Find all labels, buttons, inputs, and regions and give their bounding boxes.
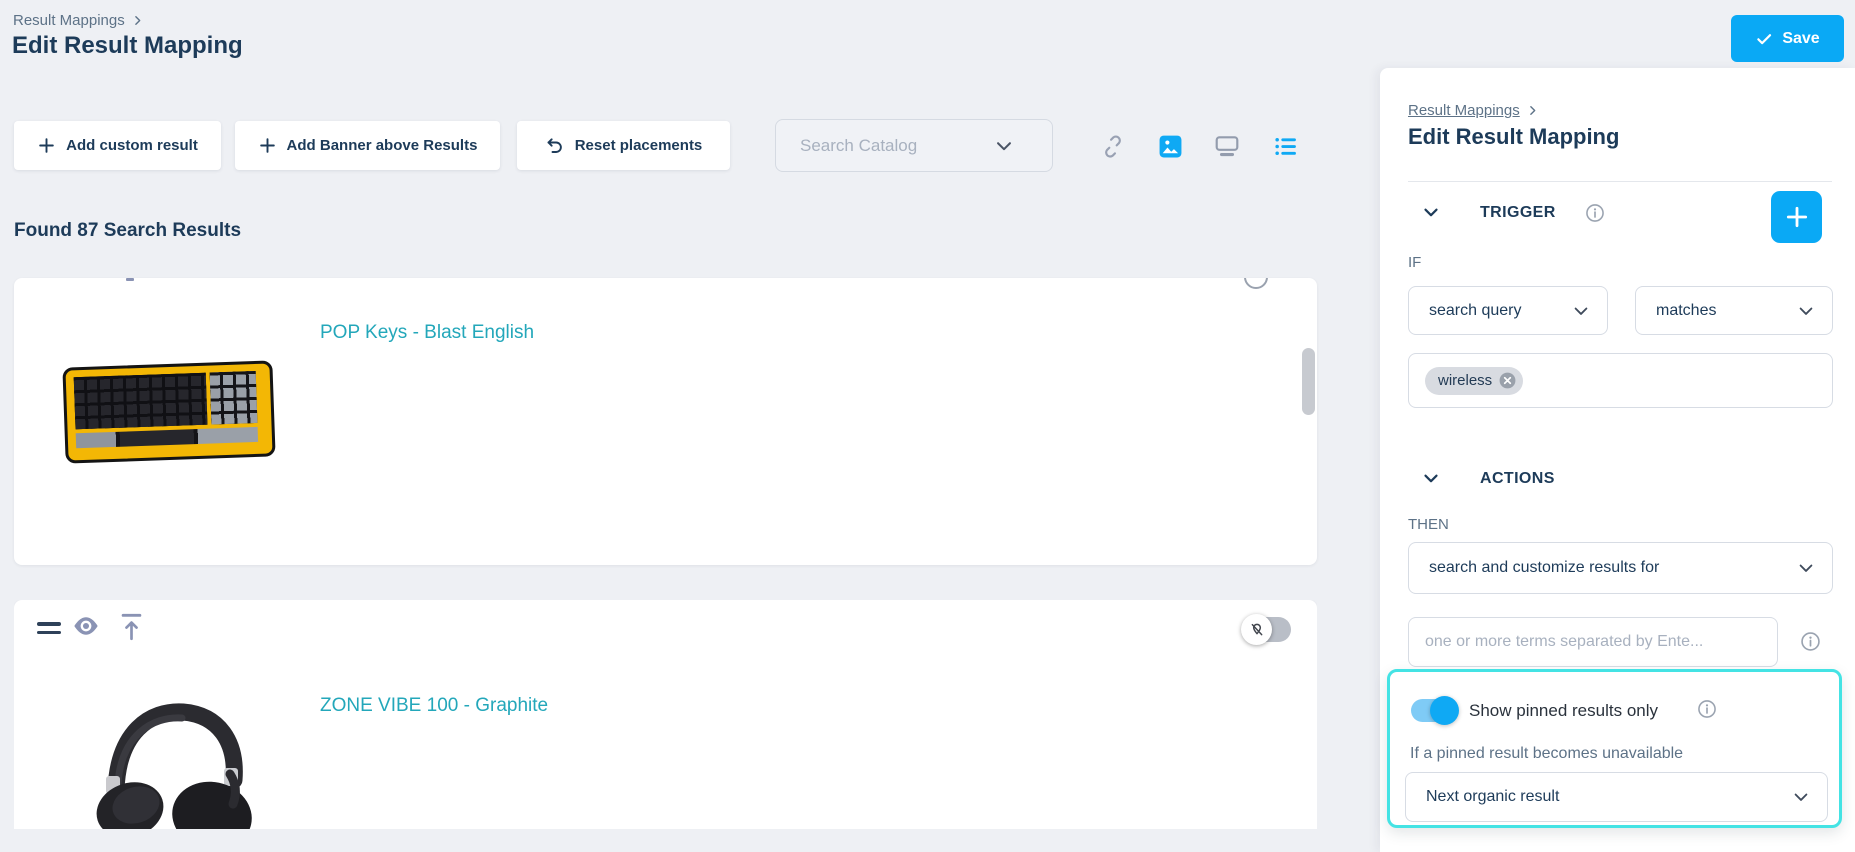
- scrollbar-thumb[interactable]: [1302, 348, 1315, 415]
- drag-handle-icon[interactable]: [37, 622, 61, 639]
- chevron-right-icon: [131, 14, 144, 27]
- result-card: POP Keys - Blast English: [14, 278, 1317, 565]
- search-catalog-input[interactable]: [776, 136, 991, 156]
- edit-mapping-panel: Result Mappings Edit Result Mapping TRIG…: [1380, 68, 1855, 852]
- reset-placements-button[interactable]: Reset placements: [517, 121, 730, 170]
- action-terms-input[interactable]: [1408, 617, 1778, 667]
- eye-icon[interactable]: [72, 612, 100, 640]
- list-view-icon[interactable]: [1271, 132, 1299, 160]
- add-banner-label: Add Banner above Results: [287, 137, 478, 154]
- product-title-link[interactable]: ZONE VIBE 100 - Graphite: [320, 695, 548, 717]
- actions-section-label: ACTIONS: [1480, 470, 1555, 488]
- reset-placements-label: Reset placements: [575, 137, 703, 154]
- term-tag-label: wireless: [1438, 372, 1492, 389]
- sidebar-breadcrumb: Result Mappings: [1408, 102, 1539, 119]
- add-banner-button[interactable]: Add Banner above Results: [235, 121, 500, 170]
- plus-icon: [258, 136, 277, 155]
- add-custom-result-label: Add custom result: [66, 137, 198, 154]
- then-label: THEN: [1408, 516, 1449, 533]
- save-button[interactable]: Save: [1731, 15, 1844, 62]
- chevron-down-icon: [993, 135, 1015, 157]
- trigger-collapse-chevron-icon[interactable]: [1420, 201, 1442, 223]
- plus-icon: [37, 136, 56, 155]
- product-image-headphones: [88, 692, 268, 829]
- save-button-label: Save: [1782, 30, 1819, 48]
- broken-link-icon[interactable]: [1099, 132, 1127, 160]
- pinned-results-highlight: Show pinned results only If a pinned res…: [1387, 669, 1842, 828]
- breadcrumb-link[interactable]: Result Mappings: [13, 12, 125, 29]
- product-image-keyboard: [62, 360, 275, 463]
- chevron-down-icon: [1796, 558, 1816, 578]
- image-view-icon[interactable]: [1156, 132, 1184, 160]
- result-card-clip: ZONE VIBE 100 - Graphite: [14, 600, 1317, 829]
- chevron-down-icon: [1791, 787, 1811, 807]
- banner-view-icon[interactable]: [1213, 132, 1241, 160]
- if-label: IF: [1408, 254, 1421, 271]
- action-type-value: search and customize results for: [1429, 559, 1659, 577]
- x-circle-icon[interactable]: [1498, 371, 1517, 390]
- chevron-down-icon: [1796, 301, 1816, 321]
- pinned-info-icon[interactable]: [1696, 698, 1718, 720]
- actions-collapse-chevron-icon[interactable]: [1420, 467, 1442, 489]
- terms-info-icon[interactable]: [1799, 630, 1822, 653]
- undo-icon: [545, 136, 565, 156]
- result-card: ZONE VIBE 100 - Graphite: [14, 600, 1317, 829]
- search-catalog-select[interactable]: [775, 119, 1053, 172]
- show-pinned-label: Show pinned results only: [1469, 701, 1658, 721]
- trigger-operator-select[interactable]: matches: [1635, 286, 1833, 335]
- sidebar-title: Edit Result Mapping: [1408, 124, 1619, 150]
- add-custom-result-button[interactable]: Add custom result: [14, 121, 221, 170]
- trigger-operator-value: matches: [1656, 302, 1716, 320]
- trigger-terms-input[interactable]: wireless: [1408, 353, 1833, 408]
- chevron-right-icon: [1526, 104, 1539, 117]
- trigger-section-label: TRIGGER: [1480, 204, 1556, 222]
- breadcrumb: Result Mappings: [13, 12, 144, 29]
- add-trigger-button[interactable]: [1771, 191, 1822, 243]
- results-count: Found 87 Search Results: [14, 220, 241, 242]
- pin-to-top-icon[interactable]: [117, 612, 145, 640]
- clipped-icon-fragment: [126, 278, 134, 281]
- trigger-field-value: search query: [1429, 302, 1522, 320]
- trigger-info-icon[interactable]: [1584, 202, 1606, 224]
- check-icon: [1755, 30, 1773, 48]
- action-type-select[interactable]: search and customize results for: [1408, 542, 1833, 594]
- product-title-link[interactable]: POP Keys - Blast English: [320, 322, 534, 344]
- fallback-select[interactable]: Next organic result: [1405, 772, 1828, 822]
- sidebar-breadcrumb-link[interactable]: Result Mappings: [1408, 102, 1520, 119]
- fallback-value: Next organic result: [1426, 788, 1559, 806]
- trigger-field-select[interactable]: search query: [1408, 286, 1608, 335]
- page-title: Edit Result Mapping: [12, 32, 243, 60]
- divider: [1408, 181, 1832, 182]
- plus-icon: [1784, 204, 1810, 230]
- pin-slash-icon: [1249, 622, 1265, 638]
- pin-toggle[interactable]: [1243, 616, 1291, 643]
- unavailable-label: If a pinned result becomes unavailable: [1410, 745, 1683, 763]
- chevron-down-icon: [1571, 301, 1591, 321]
- term-tag: wireless: [1425, 367, 1523, 395]
- show-pinned-toggle[interactable]: [1409, 696, 1457, 724]
- clipped-toggle-fragment: [1244, 278, 1268, 289]
